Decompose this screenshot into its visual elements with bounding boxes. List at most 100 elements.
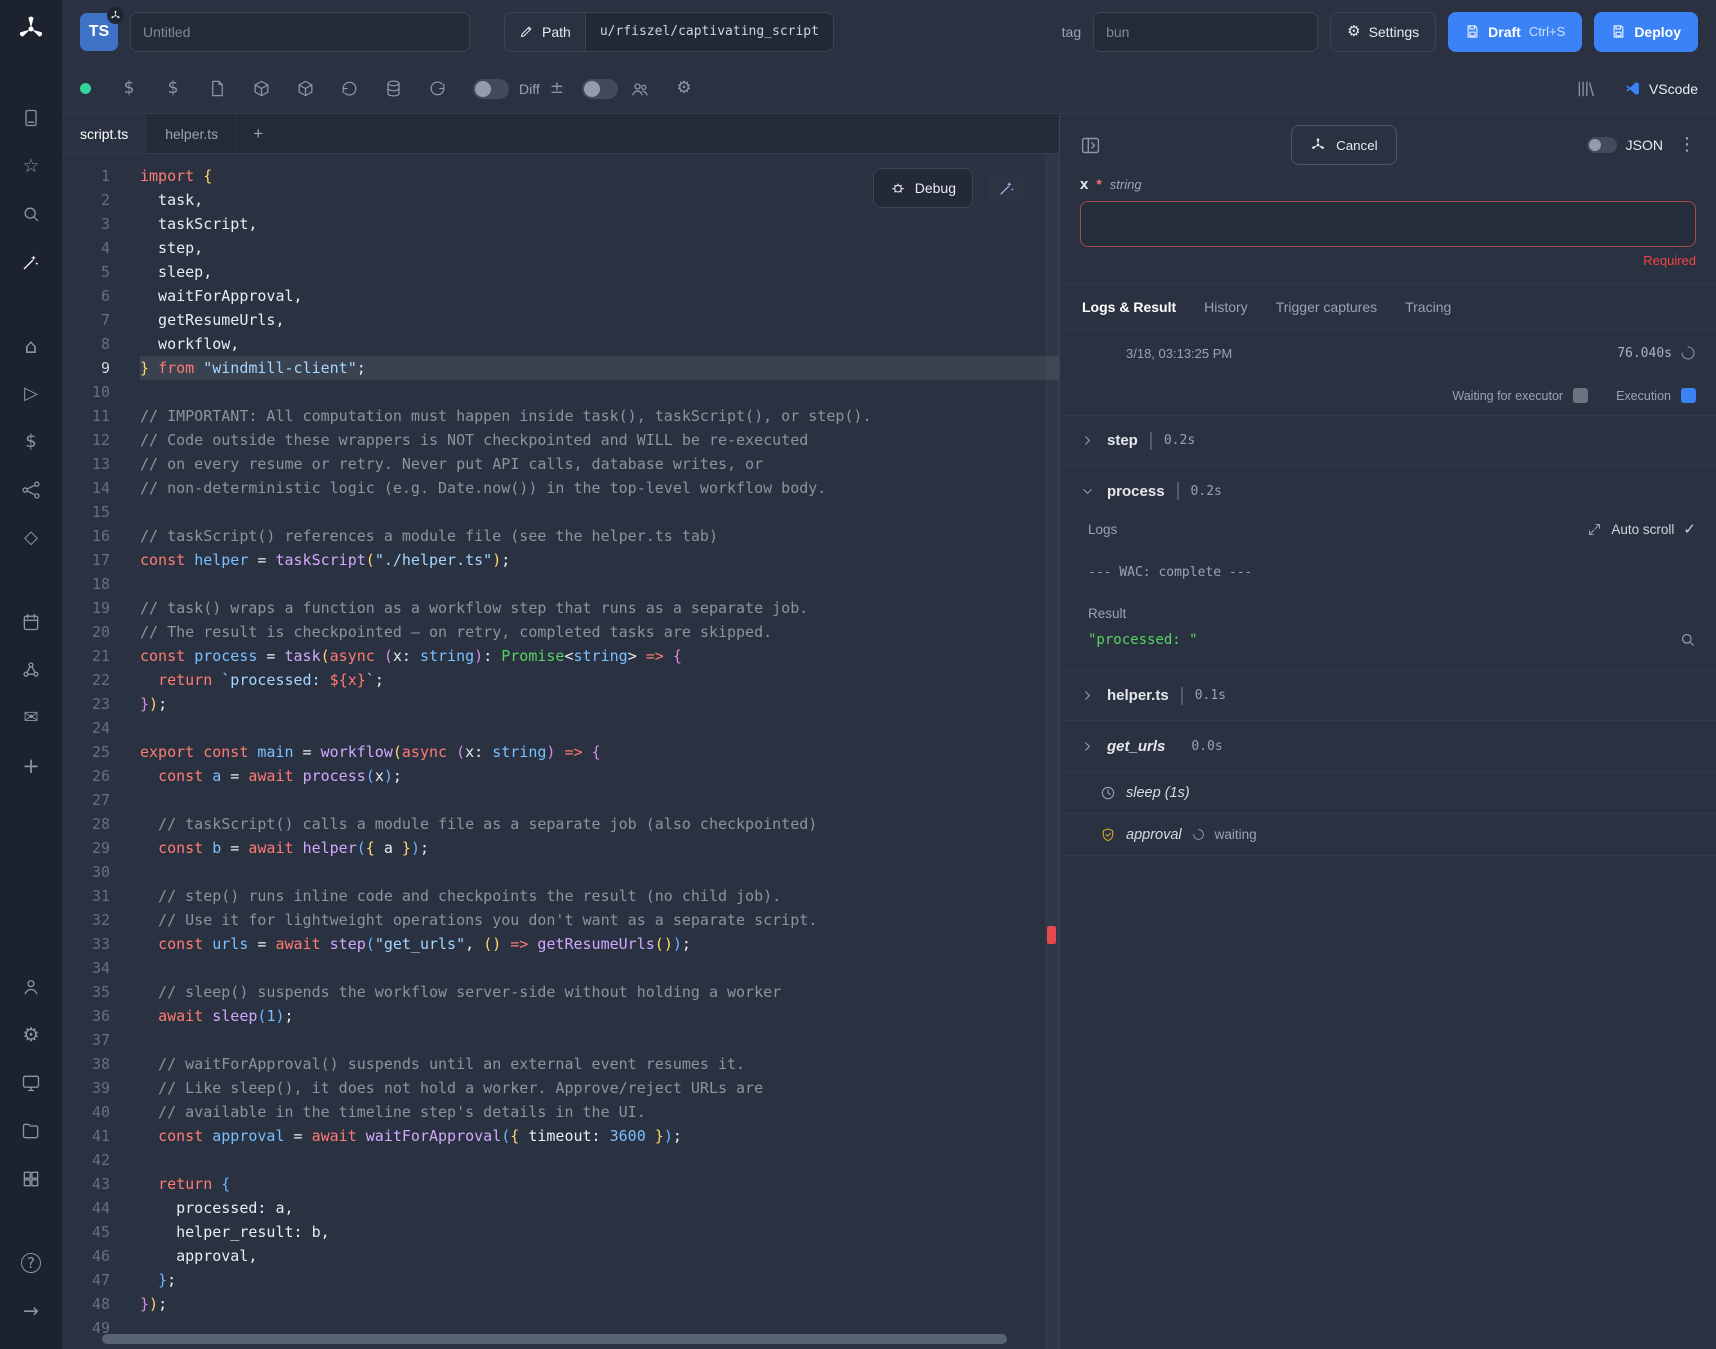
diff-toggle[interactable] xyxy=(473,79,509,99)
timeline-row-helper[interactable]: helper.ts 0.1s xyxy=(1060,671,1716,721)
toolbar-refresh-button[interactable] xyxy=(415,72,459,106)
tab-trigger-captures[interactable]: Trigger captures xyxy=(1262,285,1391,329)
result-tabs: Logs & Result History Trigger captures T… xyxy=(1060,284,1716,330)
settings-button[interactable]: ⚙ Settings xyxy=(1330,12,1436,52)
editor-pane: script.ts helper.ts + 123456789101112131… xyxy=(62,114,1059,1349)
sidebar-item-resources[interactable]: ◇ xyxy=(0,514,62,562)
x-field-input[interactable] xyxy=(1080,201,1696,247)
line-numbers[interactable]: 1234567891011121314151617181920212223242… xyxy=(62,164,110,1349)
path-button-label: Path xyxy=(542,24,571,40)
bug-icon xyxy=(890,180,906,196)
code-editor[interactable]: 1234567891011121314151617181920212223242… xyxy=(62,154,1059,1349)
shield-check-icon xyxy=(1100,827,1116,843)
editor-vertical-scrollbar[interactable] xyxy=(1045,154,1059,1349)
sidebar-item-groups[interactable] xyxy=(0,646,62,694)
tab-helper-ts[interactable]: helper.ts xyxy=(147,114,237,153)
sidebar-item-editor[interactable] xyxy=(0,238,62,286)
script-path-value[interactable]: u/rfiszel/captivating_script xyxy=(586,12,834,52)
editor-settings-button[interactable]: ⚙ xyxy=(662,72,706,106)
toolbar-package-alt-button[interactable] xyxy=(283,72,327,106)
chevron-right-icon xyxy=(1080,688,1095,703)
collab-toggle[interactable] xyxy=(582,79,618,99)
sidebar-item-variables[interactable]: $ xyxy=(0,418,62,466)
library-icon xyxy=(1576,79,1596,99)
plus-minus-icon[interactable]: ± xyxy=(550,80,564,97)
draft-button[interactable]: Draft Ctrl+S xyxy=(1448,12,1582,52)
status-dot xyxy=(80,83,91,94)
draft-shortcut: Ctrl+S xyxy=(1529,24,1565,39)
auto-scroll-control[interactable]: Auto scroll ✓ xyxy=(1587,522,1696,537)
timeline-row-step[interactable]: step 0.2s xyxy=(1060,416,1716,466)
typescript-badge-label: TS xyxy=(89,23,109,41)
dollar-icon: $ xyxy=(25,433,36,451)
sidebar-item-flows[interactable] xyxy=(0,466,62,514)
timeline-row-process[interactable]: process 0.2s xyxy=(1060,466,1716,516)
result-value: "processed: " xyxy=(1088,632,1198,648)
run-meta: 3/18, 03:13:25 PM 76.040s xyxy=(1060,330,1716,376)
kebab-menu-icon[interactable]: ⋮ xyxy=(1678,136,1696,154)
field-name: x xyxy=(1080,176,1088,193)
toolbar-resources-button[interactable]: $ xyxy=(151,72,195,106)
debug-button[interactable]: Debug xyxy=(873,168,973,208)
sidebar-item-settings[interactable]: ⚙ xyxy=(0,1011,62,1059)
sidebar-item-mail[interactable]: ✉ xyxy=(0,694,62,742)
sidebar-item-folders[interactable] xyxy=(0,1107,62,1155)
tab-logs-result[interactable]: Logs & Result xyxy=(1068,285,1190,329)
edit-path-button[interactable]: Path xyxy=(504,12,586,52)
main-column: TS Path u/rfiszel/captivating_script tag… xyxy=(62,0,1716,1349)
code-lines[interactable]: import { task, taskScript, step, sleep, … xyxy=(140,164,1059,1349)
rotate-icon xyxy=(340,79,359,98)
timeline-duration: 0.1s xyxy=(1195,688,1226,703)
script-name-input[interactable] xyxy=(130,12,470,52)
sidebar-item-help[interactable]: ? xyxy=(0,1239,62,1287)
timeline-row-get-urls[interactable]: get_urls 0.0s xyxy=(1060,721,1716,771)
file-icon xyxy=(208,79,227,98)
sidebar-item-search[interactable] xyxy=(0,190,62,238)
substep-approval[interactable]: approval waiting xyxy=(1060,813,1716,855)
check-icon[interactable]: ✓ xyxy=(1683,522,1696,537)
sidebar-item-schedules[interactable] xyxy=(0,598,62,646)
tab-script-ts[interactable]: script.ts xyxy=(62,114,147,153)
library-button[interactable] xyxy=(1564,72,1608,106)
arrow-right-icon: → xyxy=(23,1302,39,1321)
deploy-button[interactable]: Deploy xyxy=(1594,12,1698,52)
tag-input[interactable] xyxy=(1093,12,1318,52)
windmill-logo[interactable] xyxy=(0,0,62,58)
open-vscode-button[interactable]: VScode xyxy=(1624,80,1698,97)
sidebar-item-reader[interactable] xyxy=(0,94,62,142)
sidebar-collapse-button[interactable]: → xyxy=(0,1287,62,1335)
collab-users-button[interactable] xyxy=(618,72,662,106)
logs-label: Logs xyxy=(1088,522,1117,537)
sidebar-item-workers[interactable] xyxy=(0,1059,62,1107)
search-icon xyxy=(21,204,41,224)
panel-toggle-button[interactable] xyxy=(1080,135,1101,156)
cancel-button[interactable]: Cancel xyxy=(1291,125,1397,165)
substep-name: approval xyxy=(1126,827,1182,843)
toolbar-rotate-button[interactable] xyxy=(327,72,371,106)
top-header: TS Path u/rfiszel/captivating_script tag… xyxy=(62,0,1716,64)
substep-sleep[interactable]: sleep (1s) xyxy=(1060,771,1716,813)
grid-icon xyxy=(21,1169,41,1189)
monitor-icon xyxy=(21,1073,41,1093)
editor-horizontal-scrollbar[interactable] xyxy=(102,1334,1007,1344)
substep-status: waiting xyxy=(1215,827,1257,842)
toolbar-variables-button[interactable]: $ xyxy=(107,72,151,106)
sidebar-item-runs[interactable]: ▷ xyxy=(0,370,62,418)
sidebar-item-apps[interactable] xyxy=(0,1155,62,1203)
json-toggle[interactable] xyxy=(1587,137,1617,153)
pencil-icon xyxy=(519,24,534,39)
mail-icon: ✉ xyxy=(23,709,38,727)
add-tab-button[interactable]: + xyxy=(237,114,279,153)
tab-tracing[interactable]: Tracing xyxy=(1391,285,1465,329)
sidebar-item-home[interactable]: ⌂ xyxy=(0,322,62,370)
ai-wand-button[interactable] xyxy=(989,170,1025,206)
toolbar-script-button[interactable] xyxy=(195,72,239,106)
sidebar-item-favorites[interactable]: ☆ xyxy=(0,142,62,190)
magnifier-icon[interactable] xyxy=(1679,631,1696,648)
toolbar-package-button[interactable] xyxy=(239,72,283,106)
tab-history[interactable]: History xyxy=(1190,285,1262,329)
sidebar-item-account[interactable] xyxy=(0,963,62,1011)
vscode-icon xyxy=(1624,80,1641,97)
toolbar-database-button[interactable] xyxy=(371,72,415,106)
sidebar-item-add[interactable]: + xyxy=(0,742,62,790)
